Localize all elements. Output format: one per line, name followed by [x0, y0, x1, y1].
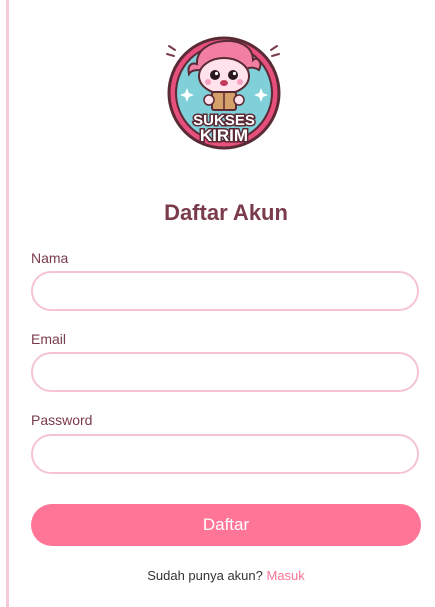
name-field[interactable]	[31, 271, 419, 311]
page-title: Daftar Akun	[164, 200, 288, 225]
password-field[interactable]	[31, 434, 419, 474]
sukses-kirim-logo: SUKSES KIRIM	[166, 36, 281, 150]
register-button[interactable]: Daftar	[31, 504, 421, 546]
email-label: Email	[31, 331, 67, 347]
logo-text-line2: KIRIM	[200, 126, 248, 145]
left-border	[6, 0, 9, 607]
login-link[interactable]: Masuk	[266, 568, 304, 583]
password-label: Password	[31, 412, 93, 428]
register-form: SUKSES KIRIM Daftar Akun Nama Email Pass…	[30, 0, 422, 607]
login-prompt: Sudah punya akun? Masuk	[30, 568, 422, 583]
email-field[interactable]	[31, 352, 419, 392]
name-label: Nama	[31, 250, 69, 266]
login-prompt-text: Sudah punya akun?	[147, 568, 263, 583]
